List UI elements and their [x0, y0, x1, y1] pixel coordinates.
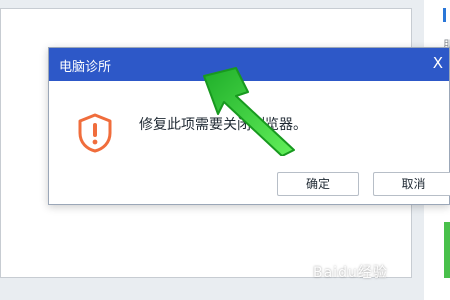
watermark: Baidu经验 [313, 265, 388, 281]
dialog-title: 电脑诊所 [59, 60, 112, 75]
background-green-button[interactable] [444, 222, 450, 278]
ok-button[interactable]: 确定 [277, 172, 359, 196]
background-accent-bar [443, 8, 446, 22]
dialog-titlebar[interactable]: 电脑诊所 X [49, 48, 449, 81]
warning-shield-icon [78, 113, 112, 153]
cancel-button[interactable]: 取消 [373, 172, 450, 196]
confirm-dialog: 电脑诊所 X 修复此项需要关闭浏览器。 确定 取消 [48, 47, 450, 205]
close-icon[interactable]: X [433, 54, 443, 72]
dialog-message: 修复此项需要关闭浏览器。 [139, 117, 307, 133]
